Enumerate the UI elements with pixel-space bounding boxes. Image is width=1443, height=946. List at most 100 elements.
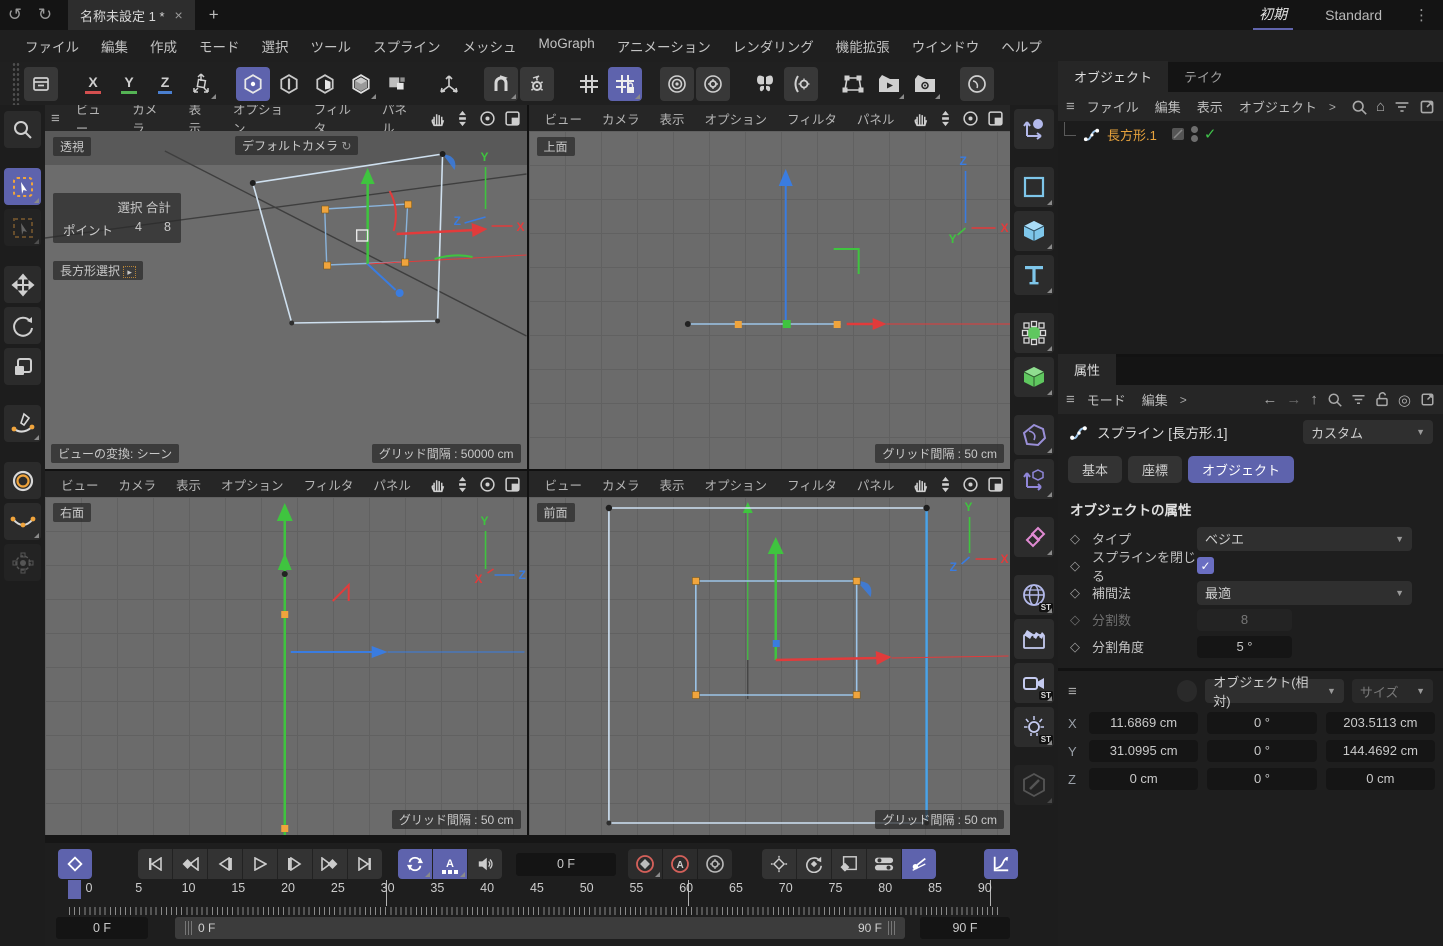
autokey-toggle-button[interactable]: A [663, 849, 697, 879]
stage-object-button[interactable] [1014, 619, 1054, 659]
close-tab-icon[interactable]: × [175, 7, 183, 23]
menu-item[interactable]: メッシュ [452, 30, 528, 62]
dolly-icon[interactable] [937, 476, 954, 493]
light-object-button[interactable]: ST [1014, 707, 1054, 747]
circle-spline-tool[interactable] [4, 462, 41, 499]
file-new-button[interactable] [24, 67, 58, 101]
next-key-button[interactable] [313, 849, 347, 879]
object-tree[interactable]: 長方形.1 ✓ [1058, 121, 1443, 354]
keyframe-diamond-icon[interactable]: ◇ [1070, 558, 1092, 574]
rotation-x-field[interactable]: 0 ° [1207, 712, 1316, 734]
redo-icon[interactable]: ↻ [30, 0, 60, 30]
object-name[interactable]: 長方形.1 [1107, 125, 1157, 144]
menu-item[interactable]: ツール [300, 30, 363, 62]
attribute-menu-item[interactable]: モード [1079, 386, 1134, 413]
popout-icon[interactable] [1419, 99, 1435, 115]
size-z-field[interactable]: 0 cm [1326, 768, 1435, 790]
sky-object-button[interactable]: ST [1014, 575, 1054, 615]
coordinate-mode-dropdown[interactable]: オブジェクト(相対)▼ [1205, 679, 1344, 703]
undo-icon[interactable]: ↺ [0, 0, 30, 30]
modify-axis-button[interactable] [432, 67, 466, 101]
viewport-menu-item[interactable]: ビュー [535, 471, 593, 498]
object-manager-menu-item[interactable]: 表示 [1189, 93, 1231, 120]
menu-item[interactable]: ウインドウ [901, 30, 991, 62]
model-mode-button[interactable] [344, 67, 378, 101]
render-view-button[interactable] [872, 67, 906, 101]
menu-item[interactable]: 編集 [90, 30, 139, 62]
camera-label[interactable]: デフォルトカメラ ↻ [235, 136, 358, 155]
autokey-scope-button[interactable]: A [433, 849, 467, 879]
magic-bullet-looks-button[interactable] [960, 67, 994, 101]
viewport-menu-item[interactable]: 表示 [166, 471, 211, 498]
play-button[interactable] [243, 849, 277, 879]
symmetry-button[interactable] [748, 67, 782, 101]
active-tool-chip[interactable]: 長方形選択 ▸ [53, 261, 143, 280]
rotation-z-field[interactable]: 0 ° [1207, 768, 1316, 790]
lock-z-axis-button[interactable]: Z [148, 67, 182, 101]
timeline-ruler[interactable]: 051015202530354045505560657075808590 [77, 881, 997, 895]
rectangle-selection-tool[interactable] [4, 209, 41, 246]
menu-item[interactable]: ファイル [14, 30, 90, 62]
goto-end-button[interactable] [348, 849, 382, 879]
menu-overflow-icon[interactable]: > [1180, 393, 1187, 407]
current-frame-field[interactable]: 0 F [516, 853, 616, 876]
goto-start-button[interactable] [138, 849, 172, 879]
maximize-view-icon[interactable] [987, 110, 1004, 127]
workplane-button[interactable] [836, 67, 870, 101]
lock-x-axis-button[interactable]: X [76, 67, 110, 101]
loop-playback-button[interactable] [398, 849, 432, 879]
position-y-field[interactable]: 31.0995 cm [1089, 740, 1198, 762]
axis-workplane-button[interactable] [1014, 109, 1054, 149]
tab-takes[interactable]: テイク [1168, 61, 1239, 92]
visibility-toggle-dots[interactable] [1191, 126, 1198, 142]
lock-icon[interactable] [1375, 392, 1389, 407]
maximize-view-icon[interactable] [987, 476, 1004, 493]
orbit-icon[interactable] [479, 476, 496, 493]
menu-item[interactable]: アニメーション [606, 30, 722, 62]
menu-item[interactable]: MoGraph [528, 30, 606, 62]
perspective-canvas[interactable]: Y Z X 透視 デフォルトカメラ ↻ 選択 合計 ポイント48 長方形選択 ▸… [45, 131, 527, 469]
tab-attributes[interactable]: 属性 [1058, 354, 1116, 385]
spline-pen-tool[interactable] [4, 405, 41, 442]
new-document-button[interactable]: + [209, 5, 219, 25]
tweak-settings-button[interactable] [784, 67, 818, 101]
menu-item[interactable]: スプライン [362, 30, 452, 62]
more-options-icon[interactable]: ⋮ [1414, 6, 1429, 24]
material-button[interactable] [1014, 765, 1054, 805]
keyframe-diamond-icon[interactable]: ◇ [1070, 639, 1092, 655]
viewport-menu-hamburger-icon[interactable]: ≡ [51, 110, 60, 127]
key-position-button[interactable] [762, 849, 796, 879]
popout-icon[interactable] [1420, 392, 1435, 407]
position-z-field[interactable]: 0 cm [1089, 768, 1198, 790]
toolbar-grip[interactable] [12, 62, 20, 105]
maximize-view-icon[interactable] [504, 476, 521, 493]
orbit-icon[interactable] [479, 110, 496, 127]
timeline-range-slider[interactable]: 0 F 90 F [175, 917, 905, 939]
tab-objects[interactable]: オブジェクト [1058, 61, 1168, 92]
menu-item[interactable]: 作成 [139, 30, 188, 62]
next-frame-button[interactable] [278, 849, 312, 879]
deformer-button[interactable] [1014, 415, 1054, 455]
tool-flyout-icon[interactable]: ▸ [123, 266, 136, 278]
camera-object-button[interactable]: ST [1014, 663, 1054, 703]
viewport-menu-item[interactable]: ビュー [535, 105, 593, 132]
edges-mode-button[interactable] [272, 67, 306, 101]
viewport-menu-item[interactable]: オプション [211, 471, 294, 498]
viewport-menu-item[interactable]: フィルタ [294, 471, 364, 498]
menu-item[interactable]: 機能拡張 [825, 30, 901, 62]
menu-item[interactable]: モード [188, 30, 251, 62]
viewport-menu-item[interactable]: フィルタ [777, 471, 847, 498]
viewport-menu-item[interactable]: パネル [847, 105, 905, 132]
viewport-menu-item[interactable]: オプション [695, 105, 778, 132]
layer-chip-icon[interactable] [1171, 127, 1185, 141]
menu-item[interactable]: ヘルプ [990, 30, 1053, 62]
instance-button[interactable] [1014, 517, 1054, 557]
points-mode-button[interactable] [236, 67, 270, 101]
maximize-view-icon[interactable] [504, 110, 521, 127]
coordinate-system-button[interactable] [184, 67, 218, 101]
dolly-icon[interactable] [937, 110, 954, 127]
search-commands-button[interactable] [4, 111, 41, 148]
angle-field[interactable]: 5 ° [1197, 636, 1292, 658]
viewport-menu-item[interactable]: ビュー [51, 471, 109, 498]
range-right-handle[interactable] [888, 921, 895, 935]
